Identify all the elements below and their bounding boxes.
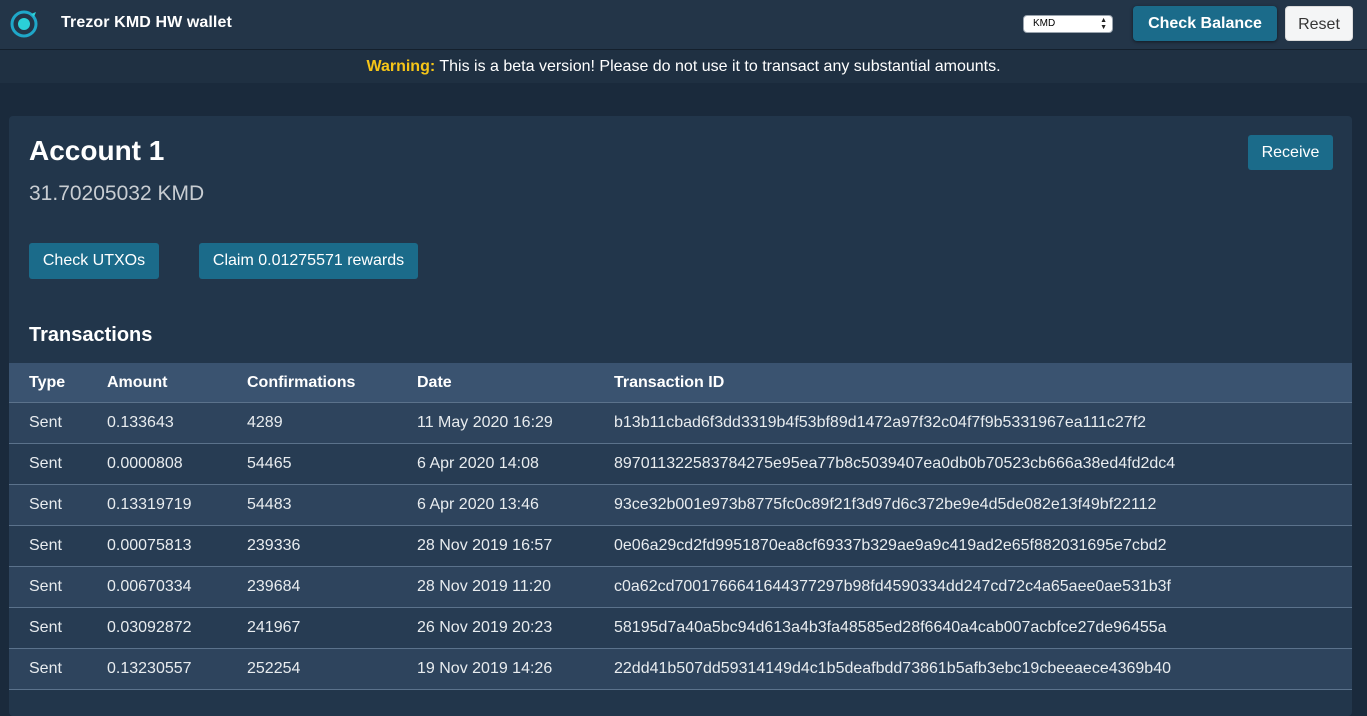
cell-type: Sent [9,607,107,649]
claim-rewards-button[interactable]: Claim 0.01275571 rewards [199,243,418,279]
reset-button[interactable]: Reset [1285,6,1353,41]
cell-date: 19 Nov 2019 14:26 [417,648,614,690]
cell-amount: 0.13319719 [107,484,247,526]
account-card: Account 1 31.70205032 KMD Receive Check … [9,116,1352,716]
cell-type: Sent [9,402,107,444]
table-row: Sent 0.13319719 54483 6 Apr 2020 13:46 9… [9,484,1352,526]
cell-confirmations: 4289 [247,402,417,444]
receive-button[interactable]: Receive [1248,135,1333,170]
cell-confirmations: 239336 [247,525,417,567]
cell-amount: 0.03092872 [107,607,247,649]
transaction-id-link[interactable]: 22dd41b507dd59314149d4c1b5deafbdd73861b5… [614,648,1352,690]
cell-date: 28 Nov 2019 11:20 [417,566,614,608]
table-row: Sent 0.03092872 241967 26 Nov 2019 20:23… [9,607,1352,649]
cell-date: 28 Nov 2019 16:57 [417,525,614,567]
cell-amount: 0.00670334 [107,566,247,608]
cell-amount: 0.0000808 [107,443,247,485]
cell-type: Sent [9,566,107,608]
cell-confirmations: 54483 [247,484,417,526]
column-header-amount: Amount [107,363,247,403]
transaction-id-link[interactable]: c0a62cd7001766641644377297b98fd4590334dd… [614,566,1352,608]
navbar: Trezor KMD HW wallet KMD ▲ ▼ Check Balanc… [0,0,1367,50]
transaction-id-link[interactable]: 0e06a29cd2fd9951870ea8cf69337b329ae9a9c4… [614,525,1352,567]
account-balance: 31.70205032 KMD [29,182,205,205]
komodo-logo-icon[interactable] [9,9,39,39]
cell-confirmations: 54465 [247,443,417,485]
check-utxos-button[interactable]: Check UTXOs [29,243,159,279]
column-header-confirmations: Confirmations [247,363,417,403]
brand-title: Trezor KMD HW wallet [61,14,232,31]
coin-select-value: KMD [1033,18,1056,29]
select-arrows-icon: ▲ ▼ [1100,17,1107,31]
check-balance-button[interactable]: Check Balance [1133,6,1277,41]
cell-confirmations: 241967 [247,607,417,649]
table-row: Sent 0.133643 4289 11 May 2020 16:29 b13… [9,402,1352,444]
transaction-id-link[interactable]: 897011322583784275e95ea77b8c5039407ea0db… [614,443,1352,485]
cell-amount: 0.133643 [107,402,247,444]
table-header-row: Type Amount Confirmations Date Transacti… [9,363,1352,403]
column-header-date: Date [417,363,614,403]
cell-amount: 0.00075813 [107,525,247,567]
cell-confirmations: 252254 [247,648,417,690]
account-title: Account 1 [29,135,165,166]
warning-text: This is a beta version! Please do not us… [435,58,1001,75]
coin-select[interactable]: KMD ▲ ▼ [1023,15,1113,33]
table-row: Sent 0.00670334 239684 28 Nov 2019 11:20… [9,566,1352,608]
cell-date: 6 Apr 2020 14:08 [417,443,614,485]
table-row: Sent 0.13230557 252254 19 Nov 2019 14:26… [9,648,1352,690]
transaction-id-link[interactable]: b13b11cbad6f3dd3319b4f53bf89d1472a97f32c… [614,402,1352,444]
cell-confirmations: 239684 [247,566,417,608]
cell-type: Sent [9,443,107,485]
column-header-type: Type [9,363,107,403]
transactions-title: Transactions [29,324,153,346]
transaction-id-link[interactable]: 58195d7a40a5bc94d613a4b3fa48585ed28f6640… [614,607,1352,649]
cell-date: 26 Nov 2019 20:23 [417,607,614,649]
table-row: Sent 0.00075813 239336 28 Nov 2019 16:57… [9,525,1352,567]
table-row: Sent 0.0000808 54465 6 Apr 2020 14:08 89… [9,443,1352,485]
transaction-id-link[interactable]: 93ce32b001e973b8775fc0c89f21f3d97d6c372b… [614,484,1352,526]
cell-type: Sent [9,525,107,567]
warning-banner: Warning: This is a beta version! Please … [0,50,1367,83]
column-header-transaction-id: Transaction ID [614,363,1352,403]
warning-label: Warning: [366,58,436,75]
transactions-table: Type Amount Confirmations Date Transacti… [9,363,1352,690]
cell-type: Sent [9,648,107,690]
cell-amount: 0.13230557 [107,648,247,690]
cell-date: 6 Apr 2020 13:46 [417,484,614,526]
cell-date: 11 May 2020 16:29 [417,402,614,444]
cell-type: Sent [9,484,107,526]
